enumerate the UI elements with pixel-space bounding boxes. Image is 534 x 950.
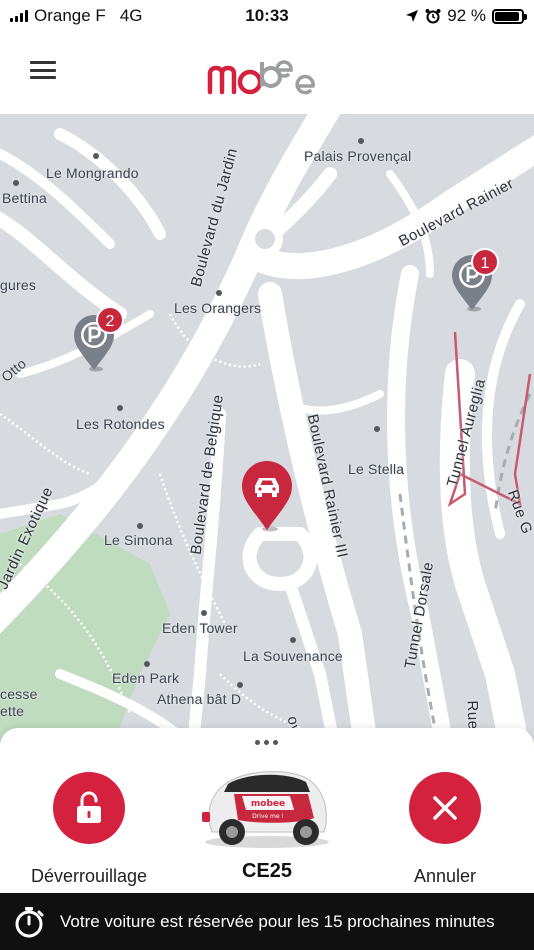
- unlock-icon: [77, 791, 101, 823]
- parking-count-badge: 1: [471, 248, 499, 276]
- hamburger-menu-icon[interactable]: [30, 58, 56, 82]
- signal-bars-icon: [10, 10, 28, 22]
- stopwatch-icon: [15, 906, 44, 937]
- parking-marker[interactable]: 2: [72, 306, 124, 372]
- battery-icon: [492, 8, 527, 24]
- poi-dot: [374, 426, 380, 432]
- place-label: Les Rotondes: [76, 416, 165, 432]
- poi-dot: [358, 138, 364, 144]
- parking-count-badge: 2: [96, 306, 124, 334]
- place-label: Le Mongrando: [46, 165, 139, 181]
- close-icon: [433, 796, 457, 820]
- place-label: Eden Park: [112, 670, 180, 686]
- status-left: Orange F 4G: [10, 6, 143, 26]
- network-type: 4G: [119, 6, 143, 25]
- app-header: [0, 32, 534, 114]
- car-caption-text: Drive me !: [252, 813, 284, 820]
- cancel-action: Annuler: [380, 772, 510, 887]
- bottom-sheet: Déverrouillage mobee Drive me ! CE25 Ann…: [0, 728, 534, 893]
- place-label: gures: [0, 277, 37, 293]
- mobee-logo: [207, 60, 315, 95]
- poi-dot: [13, 180, 19, 186]
- car-image: mobee Drive me !: [202, 771, 329, 848]
- place-label: Eden Tower: [162, 620, 238, 636]
- status-bar: Orange F 4G 10:33 92 %: [0, 0, 534, 32]
- battery-level: [495, 11, 519, 21]
- poi-dot: [290, 637, 296, 643]
- battery-percent: 92 %: [447, 6, 486, 25]
- poi-dot: [237, 682, 243, 688]
- location-arrow-icon: [406, 10, 419, 22]
- place-label: Bettina: [2, 190, 47, 206]
- poi-dot: [93, 153, 99, 159]
- street-label: Rue: [463, 700, 482, 730]
- poi-dot: [117, 405, 123, 411]
- reservation-banner: Votre voiture est réservée pour les 15 p…: [0, 893, 534, 950]
- cancel-label: Annuler: [413, 866, 477, 886]
- carrier-name: Orange F: [34, 6, 106, 25]
- car-pin-icon[interactable]: [240, 460, 294, 532]
- unlock-button[interactable]: [53, 772, 125, 844]
- poi-dot: [137, 523, 143, 529]
- place-label: Palais Provençal: [304, 148, 412, 164]
- poi-dot: [216, 290, 222, 296]
- place-label: cesse: [0, 686, 38, 702]
- reservation-text: Votre voiture est réservée pour les 15 p…: [60, 911, 495, 931]
- place-label: ette: [0, 703, 25, 719]
- poi-dot: [201, 610, 207, 616]
- alarm-clock-icon: [425, 9, 441, 24]
- place-label: Athena bât D: [157, 691, 242, 707]
- poi-dot: [144, 661, 150, 667]
- car-brand-text: mobee: [251, 799, 285, 809]
- place-label: Le Simona: [104, 532, 173, 548]
- parking-marker[interactable]: 1: [450, 248, 499, 312]
- status-right: 92 %: [405, 6, 527, 26]
- place-label: Les Orangers: [174, 300, 262, 316]
- place-label: La Souvenance: [243, 648, 343, 664]
- more-dots-icon[interactable]: [255, 740, 278, 745]
- map-view[interactable]: Le Mongrando Bettina gures Palais Proven…: [0, 114, 534, 754]
- cancel-button[interactable]: [409, 772, 481, 844]
- place-label: Le Stella: [348, 461, 405, 477]
